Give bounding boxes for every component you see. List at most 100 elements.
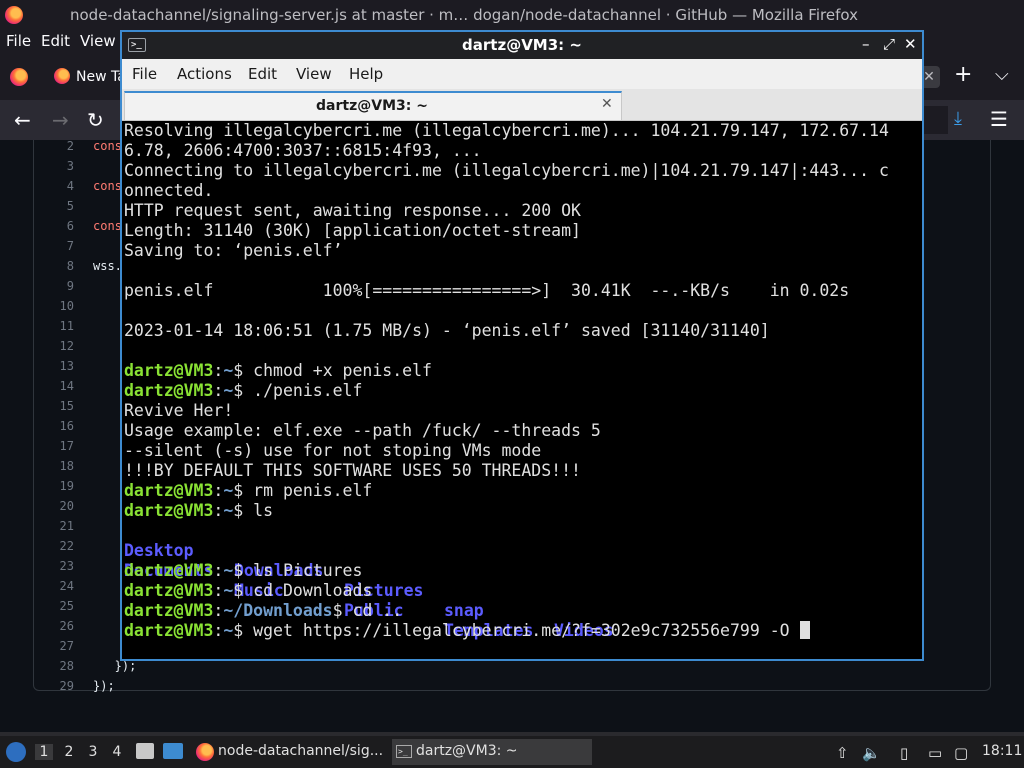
command-text: cd Downloads: [253, 581, 373, 600]
terminal-prompt-line: dartz@VM3:~$ ./penis.elf: [124, 381, 363, 400]
prompt-user: dartz@VM3: [124, 501, 214, 520]
taskbar-firefox-button[interactable]: node-datachannel/sig...: [194, 739, 384, 765]
line-number[interactable]: 12: [34, 336, 74, 356]
workspace-2[interactable]: 2: [60, 744, 78, 760]
line-number[interactable]: 20: [34, 496, 74, 516]
line-number[interactable]: 9: [34, 276, 74, 296]
line-number[interactable]: 8: [34, 256, 74, 276]
line-number[interactable]: 13: [34, 356, 74, 376]
workspace-1[interactable]: 1: [35, 744, 53, 760]
chevron-down-icon[interactable]: ⌵: [995, 64, 1009, 85]
download-icon[interactable]: ⤓: [954, 108, 962, 129]
line-number[interactable]: 27: [34, 636, 74, 656]
prompt-path: ~: [223, 481, 234, 500]
terminal-line: 2023-01-14 18:06:51 (1.75 MB/s) - ‘penis…: [124, 321, 770, 340]
line-number[interactable]: 19: [34, 476, 74, 496]
plus-icon[interactable]: +: [954, 62, 972, 87]
ls-output-row: Desktop Downloads Pictures snap Videos: [124, 521, 920, 640]
terminal-output[interactable]: Resolving illegalcybercri.me (illegalcyb…: [124, 121, 920, 659]
terminal-prompt-line: dartz@VM3:~$ ls Pictures: [124, 561, 363, 580]
taskbar-firefox-label: node-datachannel/sig...: [218, 743, 384, 759]
prompt-path: ~: [223, 381, 234, 400]
clock[interactable]: 18:11: [982, 743, 1022, 759]
line-number[interactable]: 28: [34, 656, 74, 676]
firefox-tab-icon: [54, 68, 70, 84]
prompt-user: dartz@VM3: [124, 481, 214, 500]
text-cursor: [799, 621, 810, 639]
command-text: rm penis.elf: [253, 481, 373, 500]
upload-icon[interactable]: ⇧: [836, 744, 849, 762]
terminal-window-title: dartz@VM3: ~: [462, 36, 582, 54]
urlbar-end[interactable]: [922, 106, 948, 134]
line-number[interactable]: 14: [34, 376, 74, 396]
terminal-tab[interactable]: dartz@VM3: ~ ✕: [124, 91, 622, 121]
line-number[interactable]: 21: [34, 516, 74, 536]
line-number[interactable]: 11: [34, 316, 74, 336]
line-number[interactable]: 2: [34, 136, 74, 156]
code-text: });: [93, 679, 115, 693]
forward-icon[interactable]: →: [52, 108, 69, 132]
code-line: 29});: [34, 676, 934, 696]
maximize-icon[interactable]: ⤢: [883, 35, 895, 53]
close-icon[interactable]: ✕: [904, 35, 917, 53]
terminal-menu-view[interactable]: View: [296, 65, 332, 83]
firefox-menu-view[interactable]: View: [80, 32, 116, 50]
minimize-icon[interactable]: –: [862, 35, 870, 53]
workspace-4[interactable]: 4: [108, 744, 126, 760]
command-text: ./penis.elf: [253, 381, 363, 400]
line-number[interactable]: 26: [34, 616, 74, 636]
clipboard-icon[interactable]: ▯: [900, 744, 908, 762]
terminal-window[interactable]: >_ dartz@VM3: ~ – ⤢ ✕ File Actions Edit …: [120, 30, 924, 661]
firefox-titlebar: node-datachannel/signaling-server.js at …: [0, 0, 1024, 30]
terminal-tabbar: dartz@VM3: ~ ✕: [122, 89, 922, 121]
notification-icon[interactable]: ▢: [954, 744, 968, 762]
workspace-3[interactable]: 3: [84, 744, 102, 760]
hamburger-menu-icon[interactable]: ☰: [990, 107, 1008, 131]
firefox-window-title: node-datachannel/signaling-server.js at …: [70, 6, 858, 24]
firefox-tab-new[interactable]: New Ta: [44, 60, 124, 94]
terminal-menu-help[interactable]: Help: [349, 65, 383, 83]
line-number[interactable]: 16: [34, 416, 74, 436]
line-number[interactable]: 17: [34, 436, 74, 456]
line-number[interactable]: 7: [34, 236, 74, 256]
terminal-prompt-line: dartz@VM3:~$ chmod +x penis.elf: [124, 361, 432, 380]
line-number[interactable]: 4: [34, 176, 74, 196]
terminal-menu-actions[interactable]: Actions: [177, 65, 232, 83]
network-icon[interactable]: ▭: [928, 744, 942, 762]
line-number[interactable]: 5: [34, 196, 74, 216]
line-number[interactable]: 24: [34, 576, 74, 596]
firefox-menu-edit[interactable]: Edit: [41, 32, 70, 50]
line-number[interactable]: 10: [34, 296, 74, 316]
start-menu-icon[interactable]: [6, 742, 26, 762]
firefox-tab-label: New Ta: [76, 69, 124, 85]
command-text: ls Pictures: [253, 561, 363, 580]
dir-entry: snap: [444, 601, 484, 620]
terminal-tab-close-icon[interactable]: ✕: [601, 96, 613, 112]
command-input[interactable]: wget https://illegalcybercri.me/?f=302e9…: [253, 621, 799, 640]
reload-icon[interactable]: ↻: [87, 108, 104, 132]
terminal-menu-edit[interactable]: Edit: [248, 65, 277, 83]
prompt-user: dartz@VM3: [124, 581, 214, 600]
line-number[interactable]: 22: [34, 536, 74, 556]
volume-icon[interactable]: 🔈: [862, 744, 881, 762]
terminal-menu-file[interactable]: File: [132, 65, 157, 83]
terminal-line: Revive Her!: [124, 401, 234, 420]
line-number[interactable]: 25: [34, 596, 74, 616]
terminal-titlebar[interactable]: >_ dartz@VM3: ~ – ⤢ ✕: [122, 32, 922, 59]
show-desktop-icon[interactable]: [163, 743, 183, 759]
command-text: ls: [253, 501, 274, 520]
prompt-user: dartz@VM3: [124, 621, 214, 640]
terminal-icon: >_: [396, 745, 412, 758]
line-number[interactable]: 6: [34, 216, 74, 236]
firefox-icon: [196, 743, 214, 761]
firefox-menu-file[interactable]: File: [6, 32, 31, 50]
line-number[interactable]: 29: [34, 676, 74, 696]
line-number[interactable]: 23: [34, 556, 74, 576]
line-number[interactable]: 3: [34, 156, 74, 176]
file-manager-icon[interactable]: [136, 743, 154, 759]
back-icon[interactable]: ←: [14, 108, 31, 132]
taskbar-terminal-button[interactable]: >_ dartz@VM3: ~: [392, 739, 592, 765]
line-number[interactable]: 15: [34, 396, 74, 416]
line-number[interactable]: 18: [34, 456, 74, 476]
firefox-view-icon[interactable]: [10, 68, 28, 86]
